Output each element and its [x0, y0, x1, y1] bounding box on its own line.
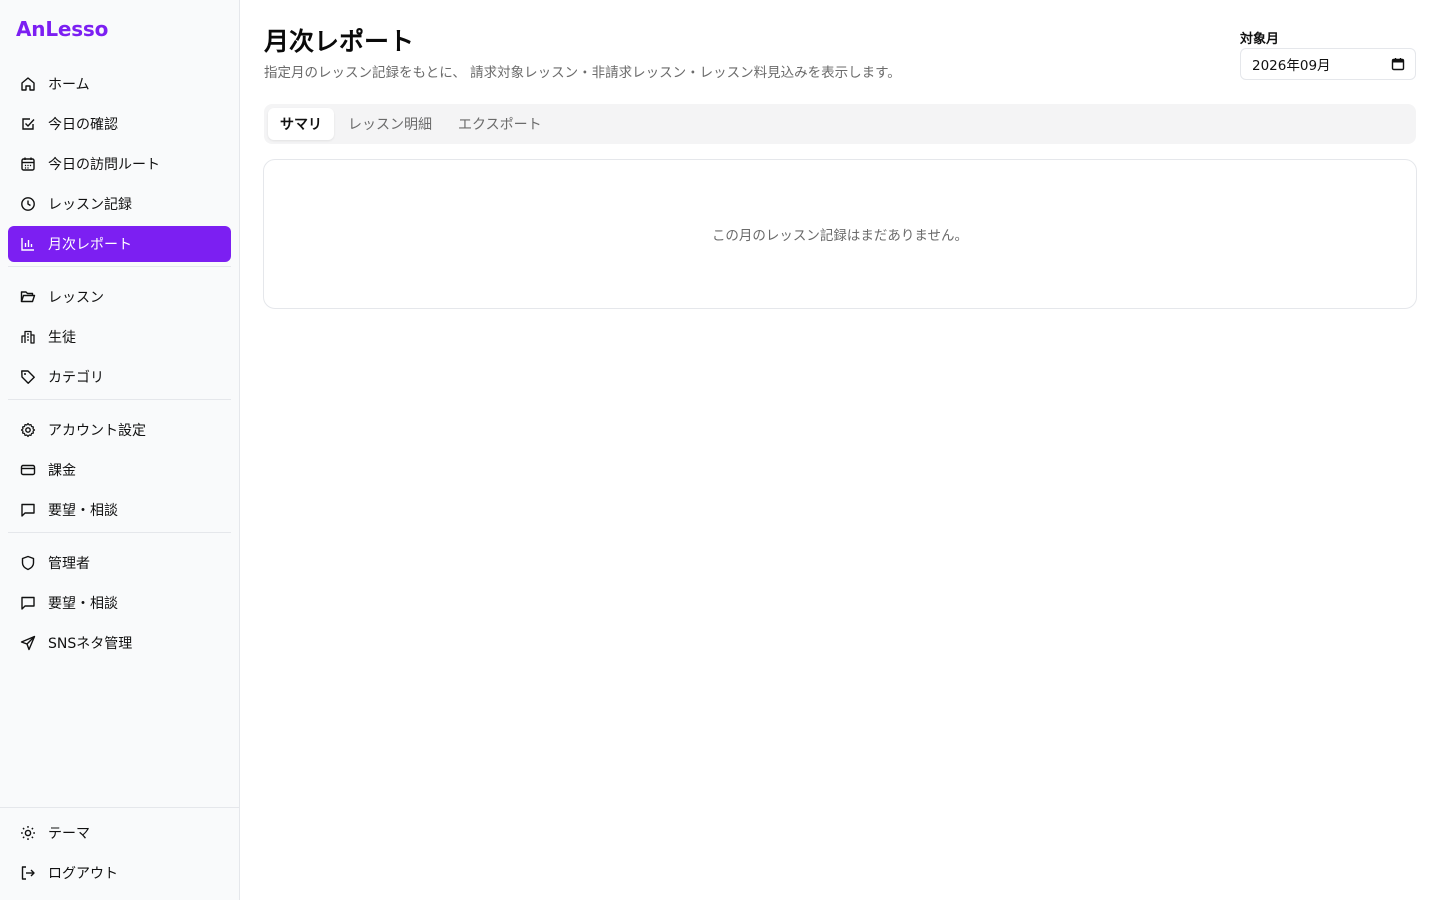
- sidebar-item-label: カテゴリ: [48, 370, 104, 386]
- sidebar-item-label: 管理者: [48, 556, 90, 572]
- clock-icon: [20, 196, 36, 212]
- sidebar-item-label: 生徒: [48, 330, 76, 346]
- sidebar-item-message-square[interactable]: 要望・相談: [8, 585, 231, 621]
- sidebar-item-gear[interactable]: アカウント設定: [8, 412, 231, 448]
- sidebar-nav: ホーム今日の確認今日の訪問ルート レッスン記録 月次レポート レッスン生徒カテゴリアカ…: [8, 66, 231, 665]
- sidebar-divider: [8, 532, 231, 533]
- page-subtitle: 指定月のレッスン記録をもとに、 請求対象レッスン・非請求レッスン・レッスン料見込…: [264, 65, 901, 81]
- sidebar-item-label: レッスン記録: [48, 197, 132, 213]
- brand-logo[interactable]: AnLesso: [16, 17, 108, 41]
- calendar-icon[interactable]: [1391, 57, 1405, 71]
- tag-icon: [20, 369, 36, 385]
- message-square-icon: [20, 502, 36, 518]
- main-content: 月次レポート 指定月のレッスン記録をもとに、 請求対象レッスン・非請求レッスン・…: [240, 0, 1440, 900]
- month-label: 対象月: [1240, 32, 1280, 47]
- sidebar-item-send[interactable]: SNSネタ管理: [8, 625, 231, 661]
- page-title: 月次レポート: [264, 27, 415, 56]
- report-tabs: サマリ レッスン明細 エクスポート: [264, 104, 1416, 144]
- tab-details[interactable]: レッスン明細: [336, 108, 444, 140]
- sidebar-item-credit-card[interactable]: 課金: [8, 452, 231, 488]
- sidebar-item-label: アカウント設定: [48, 423, 146, 439]
- sidebar-item-building[interactable]: 生徒: [8, 319, 231, 355]
- tab-export[interactable]: エクスポート: [446, 108, 554, 140]
- check-square-icon: [20, 116, 36, 132]
- sidebar-item-label: 月次レポート: [48, 237, 132, 253]
- empty-state-message: この月のレッスン記録はまだありません。: [711, 228, 969, 244]
- folder-open-icon: [20, 289, 36, 305]
- tab-summary[interactable]: サマリ: [268, 108, 334, 140]
- calendar-icon: [20, 156, 36, 172]
- sidebar-item-clock[interactable]: レッスン記録: [8, 186, 231, 222]
- sidebar-item-logout[interactable]: ログアウト: [8, 855, 231, 891]
- sun-icon: [20, 825, 36, 841]
- home-icon: [20, 76, 36, 92]
- send-icon: [20, 635, 36, 651]
- sidebar-item-check-square[interactable]: 今日の確認: [8, 106, 231, 142]
- sidebar-item-label: ログアウト: [48, 866, 118, 882]
- sidebar-item-label: 今日の確認: [48, 117, 118, 133]
- sidebar-item-message-square[interactable]: 要望・相談: [8, 492, 231, 528]
- month-input[interactable]: 2026年09月: [1240, 48, 1416, 80]
- sidebar-item-folder-open[interactable]: レッスン: [8, 279, 231, 315]
- month-value: 2026年09月: [1252, 58, 1331, 74]
- bar-chart-icon: [20, 236, 36, 252]
- sidebar-item-bar-chart[interactable]: 月次レポート: [8, 226, 231, 262]
- sidebar-item-label: SNSネタ管理: [48, 636, 133, 652]
- sidebar-item-label: テーマ: [48, 826, 90, 842]
- credit-card-icon: [20, 462, 36, 478]
- sidebar: AnLesso ホーム今日の確認今日の訪問ルート レッスン記録 月次レポート レッスン…: [0, 0, 240, 900]
- shield-icon: [20, 555, 36, 571]
- sidebar-divider: [8, 266, 231, 267]
- sidebar-item-shield[interactable]: 管理者: [8, 545, 231, 581]
- sidebar-item-sun[interactable]: テーマ: [8, 815, 231, 851]
- building-icon: [20, 329, 36, 345]
- sidebar-item-label: 課金: [48, 463, 76, 479]
- sidebar-divider: [8, 399, 231, 400]
- sidebar-bottom-nav: テーマ ログアウト: [8, 815, 231, 895]
- logout-icon: [20, 865, 36, 881]
- sidebar-bottom-divider: [0, 807, 239, 808]
- gear-icon: [20, 422, 36, 438]
- sidebar-item-calendar[interactable]: 今日の訪問ルート: [8, 146, 231, 182]
- sidebar-item-label: 要望・相談: [48, 596, 118, 612]
- sidebar-item-label: ホーム: [48, 77, 90, 93]
- sidebar-item-tag[interactable]: カテゴリ: [8, 359, 231, 395]
- sidebar-item-label: 今日の訪問ルート: [48, 157, 160, 173]
- sidebar-item-home[interactable]: ホーム: [8, 66, 231, 102]
- report-card: この月のレッスン記録はまだありません。: [263, 159, 1417, 309]
- message-square-icon: [20, 595, 36, 611]
- sidebar-item-label: レッスン: [48, 290, 104, 306]
- sidebar-item-label: 要望・相談: [48, 503, 118, 519]
